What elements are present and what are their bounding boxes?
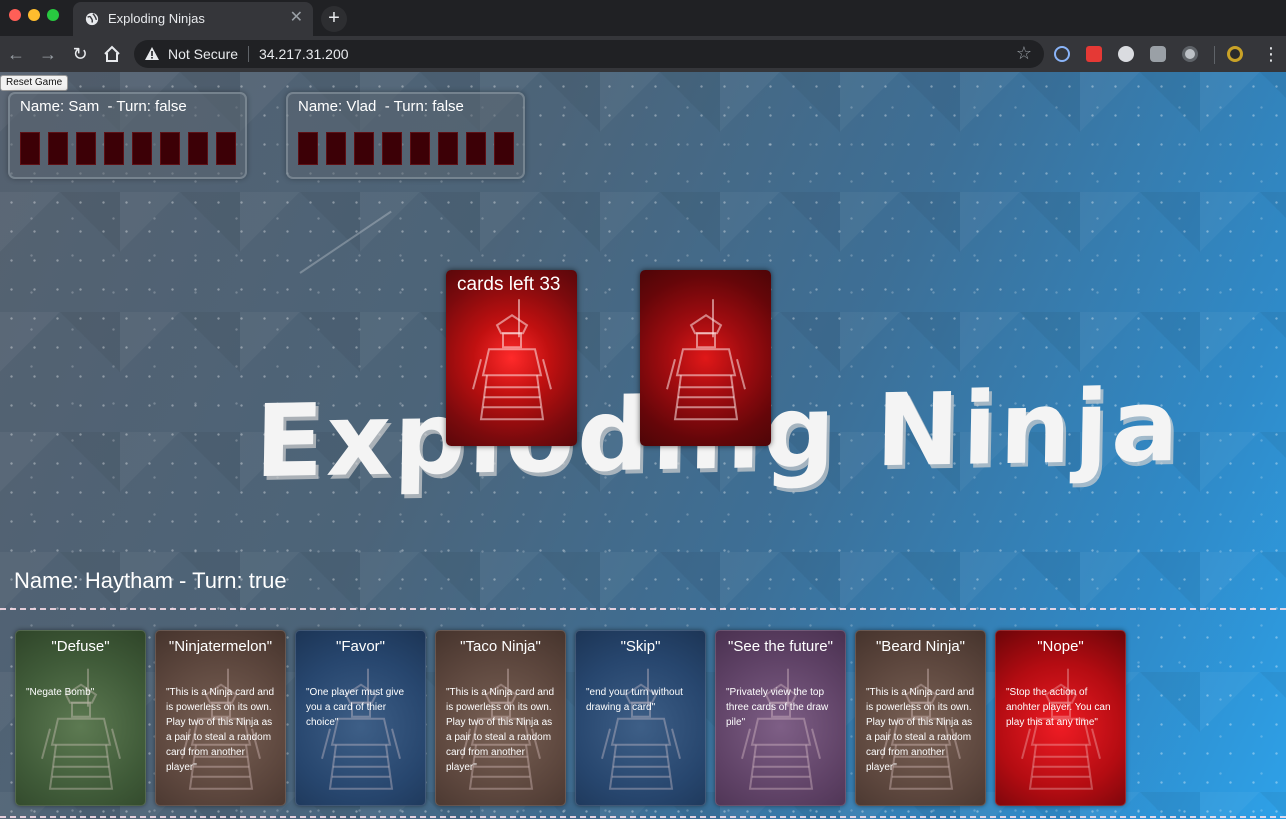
hand-card-nope[interactable]: "Nope" "Stop the action of anohter playe… (995, 630, 1126, 806)
opponent-card-back (382, 132, 402, 165)
card-description: "One player must give you a card of thie… (306, 687, 405, 728)
hand-card-see-the-future[interactable]: "See the future" "Privately view the top… (715, 630, 846, 806)
browser-titlebar: Exploding Ninjas ✕ + (0, 0, 1286, 36)
opponent-card-back (326, 132, 346, 165)
opponent-name: Name: Sam - Turn: false (20, 98, 187, 115)
profile-avatar[interactable] (1227, 46, 1243, 62)
ninja-illustration (467, 297, 557, 432)
minimize-window-button[interactable] (28, 9, 40, 21)
opponent-card-back (216, 132, 236, 165)
card-title: "See the future" (728, 638, 833, 655)
card-title: "Skip" (620, 638, 661, 655)
card-description: "Privately view the top three cards of t… (726, 687, 829, 728)
reload-icon[interactable]: ↻ (68, 42, 92, 66)
card-description: "Stop the action of anohter player. You … (1006, 687, 1111, 728)
opponent-card-back (48, 132, 68, 165)
card-description: "end your turn without drawing a card" (586, 687, 683, 713)
opponent-card-back (76, 132, 96, 165)
extension-s-icon[interactable] (1150, 46, 1166, 62)
url-text[interactable]: 34.217.31.200 (259, 46, 349, 62)
opponent-card-back (20, 132, 40, 165)
toolbar-divider (1214, 46, 1215, 64)
close-window-button[interactable] (9, 9, 21, 21)
forward-icon[interactable]: → (36, 42, 60, 66)
reset-game-button[interactable]: Reset Game (0, 75, 69, 91)
game-page: Reset Game Name: Sam - Turn: false Name:… (0, 72, 1286, 819)
bookmark-star-icon[interactable]: ☆ (1016, 43, 1032, 64)
extension-record-icon[interactable] (1182, 46, 1198, 62)
hand-card-skip[interactable]: "Skip" "end your turn without drawing a … (575, 630, 706, 806)
hand-card-taco-ninja[interactable]: "Taco Ninja" "This is a Ninja card and i… (435, 630, 566, 806)
hand-bottom-divider (0, 816, 1286, 818)
new-tab-button[interactable]: + (321, 6, 347, 32)
hand-top-divider (0, 608, 1286, 610)
back-icon[interactable]: ← (4, 42, 28, 66)
card-title: "Taco Ninja" (460, 638, 541, 655)
player-hand: "Defuse" "Negate Bomb" "Ninjatermelon" "… (15, 630, 1126, 806)
opponent-card-back (132, 132, 152, 165)
opponent-card-back (104, 132, 124, 165)
opponent-name: Name: Vlad - Turn: false (298, 98, 464, 115)
tab-title: Exploding Ninjas (108, 11, 205, 26)
discard-pile[interactable] (640, 270, 771, 446)
opponent-panel: Name: Vlad - Turn: false (286, 92, 525, 179)
opponent-card-back (160, 132, 180, 165)
browser-toolbar: ← → ↻ Not Secure 34.217.31.200 ☆ ⋮ (0, 36, 1286, 72)
card-title: "Nope" (1037, 638, 1084, 655)
opponent-card-back (466, 132, 486, 165)
react-devtools-icon[interactable] (1054, 46, 1070, 62)
opponent-panel: Name: Sam - Turn: false (8, 92, 247, 179)
browser-tab[interactable]: Exploding Ninjas ✕ (73, 2, 313, 36)
card-description: "This is a Ninja card and is powerless o… (866, 687, 975, 773)
close-tab-icon[interactable]: ✕ (290, 9, 303, 27)
card-title: "Favor" (336, 638, 385, 655)
opponent-card-back (354, 132, 374, 165)
opponent-card-back (188, 132, 208, 165)
card-title: "Ninjatermelon" (168, 638, 273, 655)
opponent-card-back (494, 132, 514, 165)
opponent-hand (20, 132, 236, 165)
cards-left-counter: cards left 33 (457, 274, 561, 295)
hand-card-beard-ninja[interactable]: "Beard Ninja" "This is a Ninja card and … (855, 630, 986, 806)
hand-card-defuse[interactable]: "Defuse" "Negate Bomb" (15, 630, 146, 806)
omnibox-divider (248, 46, 249, 62)
ninja-illustration (661, 297, 751, 432)
opponent-hand (298, 132, 514, 165)
current-player-name: Name: Haytham - Turn: true (14, 568, 287, 593)
opponent-card-back (298, 132, 318, 165)
globe-icon (85, 12, 99, 26)
card-description: "Negate Bomb" (26, 687, 95, 698)
browser-menu-icon[interactable]: ⋮ (1262, 42, 1280, 66)
draw-pile[interactable]: cards left 33 (446, 270, 577, 446)
card-title: "Defuse" (51, 638, 110, 655)
home-icon[interactable] (103, 45, 121, 63)
redux-extension-icon[interactable] (1086, 46, 1102, 62)
address-bar[interactable]: Not Secure 34.217.31.200 ☆ (134, 40, 1044, 68)
maximize-window-button[interactable] (47, 9, 59, 21)
opponent-card-back (438, 132, 458, 165)
opponent-card-back (410, 132, 430, 165)
card-description: "This is a Ninja card and is powerless o… (446, 687, 555, 773)
extension-c-icon[interactable] (1118, 46, 1134, 62)
warning-icon (145, 47, 159, 60)
card-title: "Beard Ninja" (875, 638, 966, 655)
security-status[interactable]: Not Secure (168, 46, 238, 62)
hand-card-favor[interactable]: "Favor" "One player must give you a card… (295, 630, 426, 806)
hand-card-ninjatermelon[interactable]: "Ninjatermelon" "This is a Ninja card an… (155, 630, 286, 806)
card-description: "This is a Ninja card and is powerless o… (166, 687, 275, 773)
